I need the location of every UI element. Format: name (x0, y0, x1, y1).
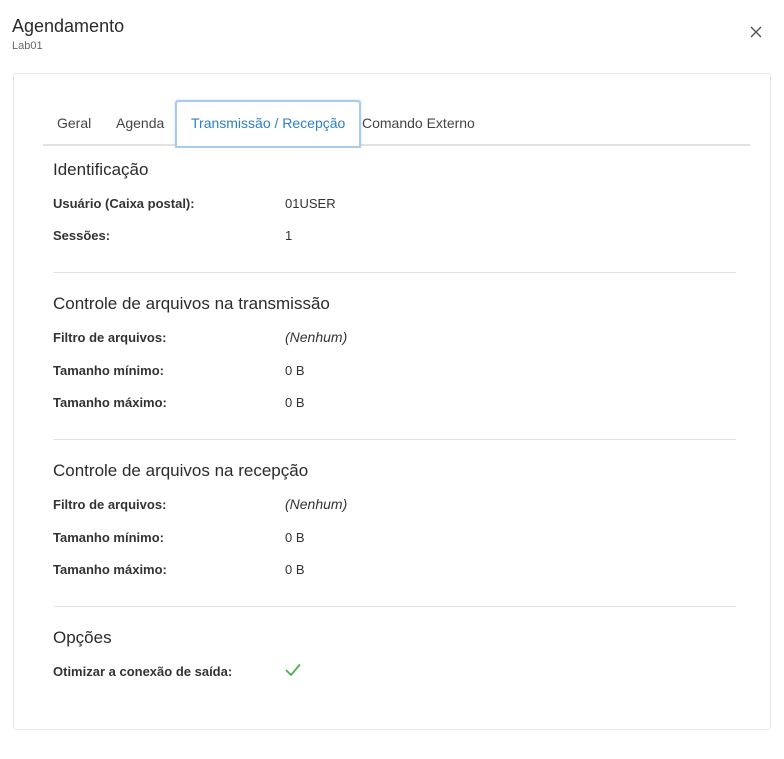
tab-transmissao-recepcao[interactable]: Transmissão / Recepção (175, 100, 362, 148)
sessoes-label: Sessões: (53, 228, 111, 243)
section-title-recepcao: Controle de arquivos na recepção (53, 461, 309, 480)
recepcao-max-value: 0 B (285, 562, 305, 577)
recepcao-min-value: 0 B (285, 530, 305, 545)
section-title-transmissao: Controle de arquivos na transmissão (53, 294, 330, 313)
transmissao-filtro-label: Filtro de arquivos: (53, 330, 167, 345)
tab-comando-externo[interactable]: Comando Externo (348, 100, 489, 146)
usuario-value: 01USER (285, 196, 336, 211)
details-card: Geral Agenda Transmissão / Recepção Coma… (13, 73, 771, 730)
transmissao-max-label: Tamanho máximo: (53, 395, 167, 410)
usuario-label: Usuário (Caixa postal): (53, 196, 195, 211)
check-icon (285, 664, 301, 676)
section-divider (54, 606, 736, 607)
transmissao-filtro-value: (Nenhum) (285, 329, 348, 345)
section-divider (54, 439, 736, 440)
section-title-opcoes: Opções (53, 628, 112, 647)
transmissao-min-value: 0 B (285, 363, 305, 378)
dialog-title: Agendamento (12, 16, 125, 36)
tab-agenda[interactable]: Agenda (102, 100, 178, 146)
otimizar-conexao-label: Otimizar a conexão de saída: (53, 664, 233, 679)
section-divider (54, 272, 736, 273)
recepcao-filtro-value: (Nenhum) (285, 496, 348, 512)
dialog-subtitle: Lab01 (12, 40, 43, 52)
sessoes-value: 1 (285, 228, 293, 243)
recepcao-filtro-label: Filtro de arquivos: (53, 497, 167, 512)
close-icon (750, 26, 762, 38)
tab-geral[interactable]: Geral (43, 100, 105, 146)
recepcao-max-label: Tamanho máximo: (53, 562, 167, 577)
transmissao-max-value: 0 B (285, 395, 305, 410)
tab-bar: Geral Agenda Transmissão / Recepção Coma… (43, 100, 750, 148)
section-title-identificacao: Identificação (53, 160, 149, 179)
dialog-header: Agendamento Lab01 (12, 14, 124, 53)
transmissao-min-label: Tamanho mínimo: (53, 363, 164, 378)
close-button[interactable] (748, 24, 764, 40)
recepcao-min-label: Tamanho mínimo: (53, 530, 164, 545)
